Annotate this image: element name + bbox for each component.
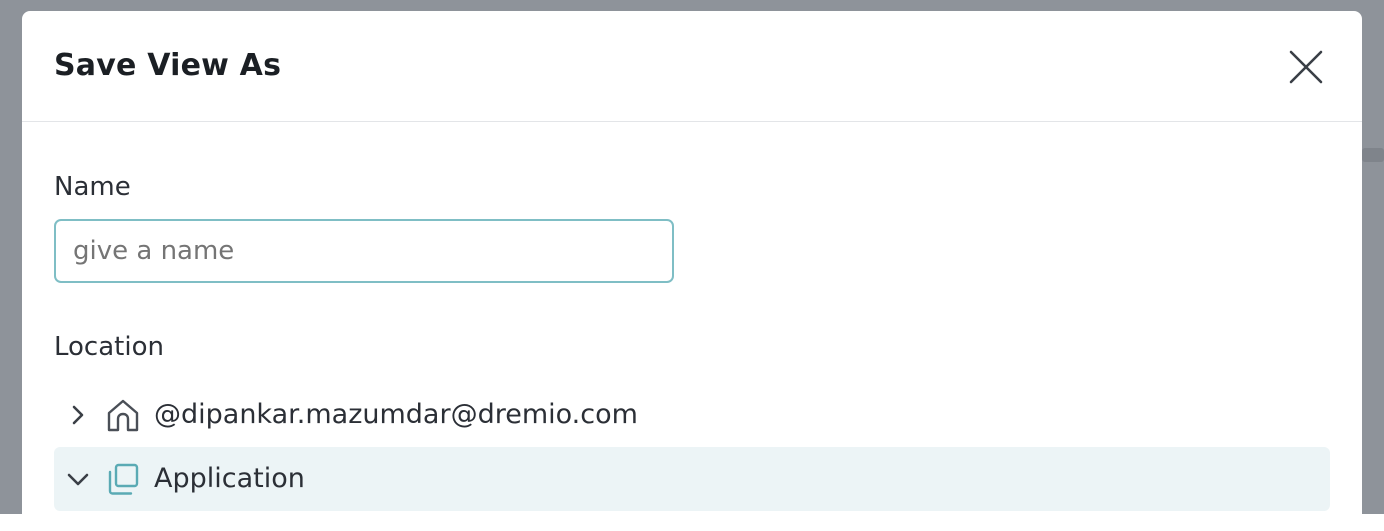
home-icon [107, 399, 139, 432]
save-view-as-dialog: Save View As Name Location @dipankar.maz… [22, 11, 1362, 531]
location-tree-item-home[interactable]: @dipankar.mazumdar@dremio.com [54, 383, 1330, 447]
tree-item-label: @dipankar.mazumdar@dremio.com [154, 399, 638, 430]
tree-item-label: Application [154, 463, 305, 494]
chevron-right-icon[interactable] [64, 401, 92, 429]
background-content [1362, 148, 1384, 162]
close-button[interactable] [1282, 43, 1330, 91]
name-input[interactable] [54, 219, 674, 283]
chevron-down-icon[interactable] [64, 465, 92, 493]
name-label: Name [54, 172, 131, 202]
close-icon [1289, 50, 1323, 84]
location-label: Location [54, 332, 164, 362]
dialog-header: Save View As [22, 11, 1362, 122]
dialog-title: Save View As [54, 48, 282, 83]
space-icon [108, 463, 139, 495]
location-tree-item-application[interactable]: Application [54, 447, 1330, 511]
